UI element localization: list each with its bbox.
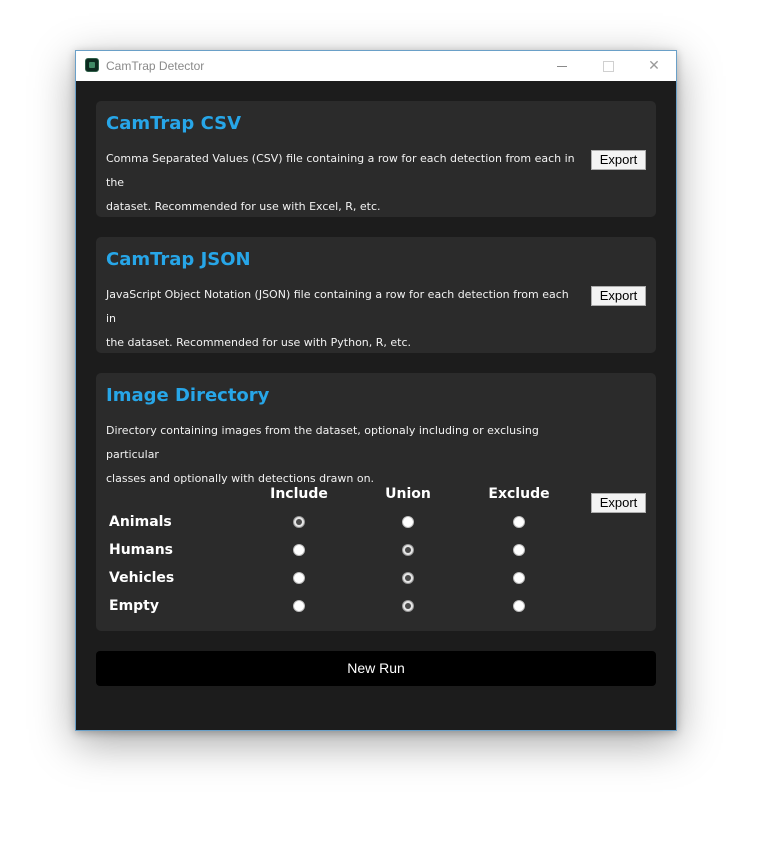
json-description-line-1: JavaScript Object Notation (JSON) file c…: [106, 288, 569, 325]
column-header-include: Include: [270, 486, 328, 502]
json-title: CamTrap JSON: [106, 249, 251, 270]
radio-animals-include[interactable]: [293, 516, 305, 528]
image-directory-title: Image Directory: [106, 385, 270, 406]
minimize-icon: [557, 65, 567, 67]
main-content: CamTrap CSV Comma Separated Values (CSV)…: [76, 81, 676, 730]
app-window: CamTrap Detector ✕ CamTrap CSV Comma Sep…: [75, 50, 677, 731]
csv-export-button[interactable]: Export: [591, 150, 646, 170]
radio-animals-exclude[interactable]: [513, 516, 525, 528]
class-label-humans: Humans: [109, 542, 174, 558]
column-header-exclude: Exclude: [488, 486, 550, 502]
radio-empty-exclude[interactable]: [513, 600, 525, 612]
title-bar[interactable]: CamTrap Detector ✕: [76, 51, 676, 81]
class-label-animals: Animals: [109, 514, 172, 530]
radio-vehicles-union[interactable]: [402, 572, 414, 584]
close-icon: ✕: [648, 58, 660, 74]
app-icon: [85, 58, 99, 72]
maximize-icon: [602, 60, 614, 72]
image-directory-description: Directory containing images from the dat…: [106, 419, 581, 491]
maximize-button[interactable]: [585, 51, 631, 81]
json-export-card: CamTrap JSON JavaScript Object Notation …: [96, 237, 656, 353]
radio-humans-include[interactable]: [293, 544, 305, 556]
image-directory-export-button[interactable]: Export: [591, 493, 646, 513]
new-run-button[interactable]: New Run: [96, 651, 656, 686]
radio-humans-exclude[interactable]: [513, 544, 525, 556]
radio-vehicles-include[interactable]: [293, 572, 305, 584]
json-description: JavaScript Object Notation (JSON) file c…: [106, 283, 581, 355]
json-export-button[interactable]: Export: [591, 286, 646, 306]
csv-description: Comma Separated Values (CSV) file contai…: [106, 147, 581, 219]
csv-description-line-2: dataset. Recommended for use with Excel,…: [106, 200, 381, 213]
radio-empty-include[interactable]: [293, 600, 305, 612]
image-directory-description-line-1: Directory containing images from the dat…: [106, 424, 539, 461]
minimize-button[interactable]: [539, 51, 585, 81]
csv-export-card: CamTrap CSV Comma Separated Values (CSV)…: [96, 101, 656, 217]
close-button[interactable]: ✕: [631, 51, 677, 81]
radio-animals-union[interactable]: [402, 516, 414, 528]
column-header-union: Union: [385, 486, 431, 502]
radio-humans-union[interactable]: [402, 544, 414, 556]
csv-title: CamTrap CSV: [106, 113, 242, 134]
window-title: CamTrap Detector: [106, 59, 205, 73]
class-label-empty: Empty: [109, 598, 159, 614]
csv-description-line-1: Comma Separated Values (CSV) file contai…: [106, 152, 575, 189]
radio-vehicles-exclude[interactable]: [513, 572, 525, 584]
radio-empty-union[interactable]: [402, 600, 414, 612]
image-directory-card: Image Directory Directory containing ima…: [96, 373, 656, 631]
class-label-vehicles: Vehicles: [109, 570, 175, 586]
json-description-line-2: the dataset. Recommended for use with Py…: [106, 336, 412, 349]
